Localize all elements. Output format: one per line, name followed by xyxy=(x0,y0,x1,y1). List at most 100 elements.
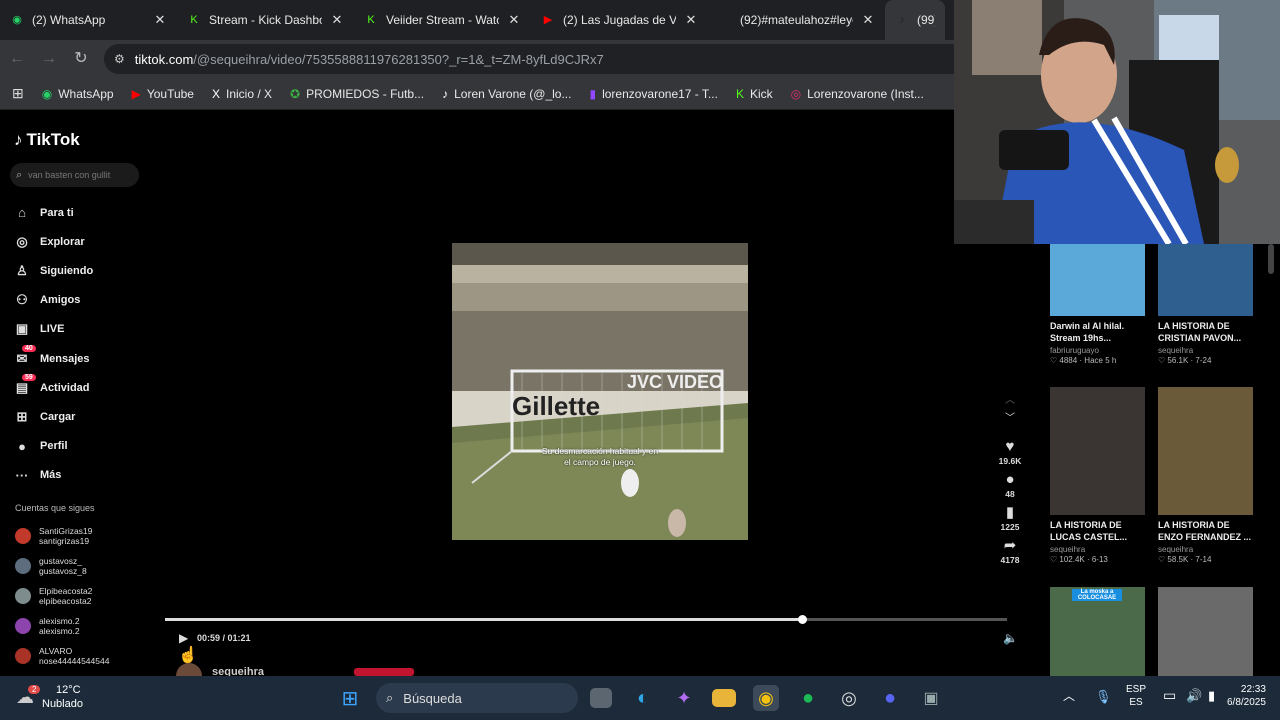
browser-tab[interactable]: ♪ (92)#mateulahoz#leye ✕ xyxy=(708,0,885,40)
bookmark-label: YouTube xyxy=(146,86,194,101)
progress-knob[interactable] xyxy=(797,615,807,624)
bookmark-item[interactable]: ▮ lorenzovarone17 - T... xyxy=(589,87,717,101)
bookmark-item[interactable]: ▶ YouTube xyxy=(132,87,194,101)
sidebar-item[interactable]: ▤ 59 Actividad xyxy=(14,373,93,402)
taskbar-search[interactable]: ⌕ Búsqueda xyxy=(376,683,578,713)
share-action[interactable]: ➦ 4178 xyxy=(995,537,1025,565)
close-icon[interactable]: ✕ xyxy=(684,12,698,28)
keyboard-code: ES xyxy=(1129,697,1143,708)
volume-icon[interactable]: 🔈 xyxy=(1003,631,1018,645)
sidebar-item[interactable]: ⚇ Amigos xyxy=(14,286,93,315)
browser-tab[interactable]: K Stream - Kick Dashboard ✕ xyxy=(177,0,354,40)
file-explorer-icon[interactable] xyxy=(712,689,736,707)
apps-grid-icon[interactable]: ⊞ xyxy=(12,85,24,102)
browser-tab[interactable]: K Veiider Stream - Watch ✕ xyxy=(354,0,531,40)
card-title-line: LA HISTORIA DE xyxy=(1158,520,1230,530)
sidebar-item-label: Para ti xyxy=(40,206,74,219)
recommended-video-card[interactable]: LA HISTORIA DE ENZO FERNANDEZ ... sequeihr… xyxy=(1158,387,1253,564)
page-scrollbar[interactable] xyxy=(1268,244,1274,274)
tab-title: Veiider Stream - Watch xyxy=(386,13,499,27)
microphone-icon[interactable]: 🎙 xyxy=(1095,690,1112,703)
following-account[interactable]: SantiGrizas19 santigrizas19 xyxy=(15,521,109,551)
recommended-video-card[interactable] xyxy=(1158,587,1253,676)
back-arrow-icon[interactable]: ← xyxy=(8,50,26,68)
browser-tab[interactable]: ▶ (2) Las Jugadas de Ver ✕ xyxy=(531,0,708,40)
bookmark-item[interactable]: X Inicio / X xyxy=(212,87,272,101)
tab-favicon-icon: ▶ xyxy=(543,14,553,26)
sidebar-item[interactable]: ▣ LIVE xyxy=(14,315,93,344)
play-icon[interactable]: ▶ xyxy=(179,631,188,645)
following-account[interactable]: ALVARO nose44444544544 xyxy=(15,641,109,671)
bookmark-item[interactable]: ◉ WhatsApp xyxy=(42,87,114,101)
bookmark-item[interactable]: K Kick xyxy=(736,87,773,101)
bookmark-label: lorenzovarone17 - T... xyxy=(602,86,718,101)
close-icon[interactable]: ✕ xyxy=(153,12,167,28)
weather-widget[interactable]: ☁ 2 12°C Nublado xyxy=(16,683,83,711)
chevron-down-icon[interactable]: ﹀ xyxy=(995,410,1025,428)
battery-icon[interactable]: ▮ xyxy=(1208,689,1215,702)
game-controller-icon[interactable]: ▣ xyxy=(918,685,944,711)
card-author: fabriuruguayo xyxy=(1050,346,1099,355)
chevron-up-icon[interactable]: ︿ xyxy=(995,392,1025,410)
tab-title: (99)L xyxy=(917,13,935,27)
recommended-video-card[interactable]: La moska a COLOCASAE xyxy=(1050,587,1145,676)
close-icon[interactable]: ✕ xyxy=(507,12,521,28)
tray-chevron-icon[interactable]: ︿ xyxy=(1063,690,1075,703)
bookmark-favicon-icon: K xyxy=(735,86,744,101)
copilot-icon[interactable]: ✦ xyxy=(671,685,697,711)
speaker-icon[interactable]: 🔊 xyxy=(1186,689,1202,702)
sidebar-item[interactable]: ⌂ Para ti xyxy=(14,198,93,227)
like-action[interactable]: ♥ 19.6K xyxy=(995,438,1025,466)
following-account[interactable]: Elpibeacosta2 elpibeacosta2 xyxy=(15,581,109,611)
browser-tab[interactable]: ◉ (2) WhatsApp ✕ xyxy=(0,0,177,40)
following-account[interactable]: gustavosz_ gustavosz_8 xyxy=(15,551,109,581)
spotify-icon[interactable]: ● xyxy=(795,685,821,711)
search-input[interactable]: ⌕ van basten con gullit xyxy=(10,163,139,187)
sidebar-item[interactable]: ⊞ Cargar xyxy=(14,402,93,431)
recommended-video-card[interactable]: LA HISTORIA DE LUCAS CASTEL... sequeihra ♡ … xyxy=(1050,387,1145,564)
sidebar-item[interactable]: ✉ 40 Mensajes xyxy=(14,344,93,373)
following-account[interactable]: alexismo.2 alexismo.2 xyxy=(15,611,109,641)
video-progress-bar[interactable] xyxy=(165,615,1007,624)
thumbnail-label: La moska a COLOCASAE xyxy=(1072,589,1122,601)
sidebar-item-label: Perfil xyxy=(40,440,68,453)
comment-action[interactable]: ● 48 xyxy=(995,471,1025,499)
follow-button[interactable] xyxy=(354,668,414,676)
task-view-icon[interactable] xyxy=(590,688,612,708)
sidebar-item[interactable]: ··· Más xyxy=(14,461,93,490)
forward-arrow-icon[interactable]: → xyxy=(40,50,58,68)
sidebar-item[interactable]: ♙ Siguiendo xyxy=(14,256,93,285)
close-icon[interactable]: ✕ xyxy=(330,12,344,28)
mouse-cursor-icon: ☝ xyxy=(178,647,198,664)
nav-icon: ◎ xyxy=(14,234,30,250)
bookmark-icon: ▮ xyxy=(1005,504,1015,521)
recommended-video-card[interactable]: Darwin al Al hilal. Stream 19hs... fabriur… xyxy=(1050,244,1145,365)
recommended-video-card[interactable]: LA HISTORIA DE CRISTIAN PAVON... sequeihra… xyxy=(1158,244,1253,365)
windows-start-icon[interactable]: ⊞ xyxy=(337,685,363,711)
taskbar-search-label: Búsqueda xyxy=(403,690,462,706)
discord-icon[interactable]: ● xyxy=(877,685,903,711)
progress-fill xyxy=(165,618,802,621)
sidebar-item[interactable]: ◎ Explorar xyxy=(14,227,93,256)
close-icon[interactable]: ✕ xyxy=(861,12,875,28)
save-action[interactable]: ▮ 1225 xyxy=(995,504,1025,532)
tiktok-logo[interactable]: ♪ TikTok xyxy=(14,130,80,150)
sidebar-item[interactable]: ● Perfil xyxy=(14,432,93,461)
clock[interactable]: 22:33 6/8/2025 xyxy=(1227,683,1266,709)
clock-date: 6/8/2025 xyxy=(1227,697,1266,708)
browser-tab[interactable]: ♪ (99)L xyxy=(885,0,945,40)
edge-icon[interactable]: ◐ xyxy=(630,685,656,711)
bookmark-item[interactable]: ♪ Loren Varone (@_lo... xyxy=(442,87,571,101)
video-player[interactable]: Gillette JVC VIDEO Su desmarcación habit… xyxy=(452,243,748,540)
nav-glyph: ⌂ xyxy=(18,205,26,221)
reload-icon[interactable]: ↻ xyxy=(72,50,90,68)
language-indicator[interactable]: ESP ES xyxy=(1126,683,1146,709)
chrome-icon[interactable]: ◉ xyxy=(753,685,779,711)
bookmark-item[interactable]: ✪ PROMIEDOS - Futb... xyxy=(290,87,424,101)
video-thumbnail xyxy=(1050,244,1145,316)
bookmark-favicon-icon: ▶ xyxy=(131,86,141,101)
steam-icon[interactable]: ◎ xyxy=(836,685,862,711)
bookmark-item[interactable]: ◎ Lorenzovarone (Inst... xyxy=(791,87,924,101)
network-icon[interactable]: ▭ xyxy=(1163,688,1176,702)
site-settings-icon[interactable]: ⚙ xyxy=(114,52,125,66)
